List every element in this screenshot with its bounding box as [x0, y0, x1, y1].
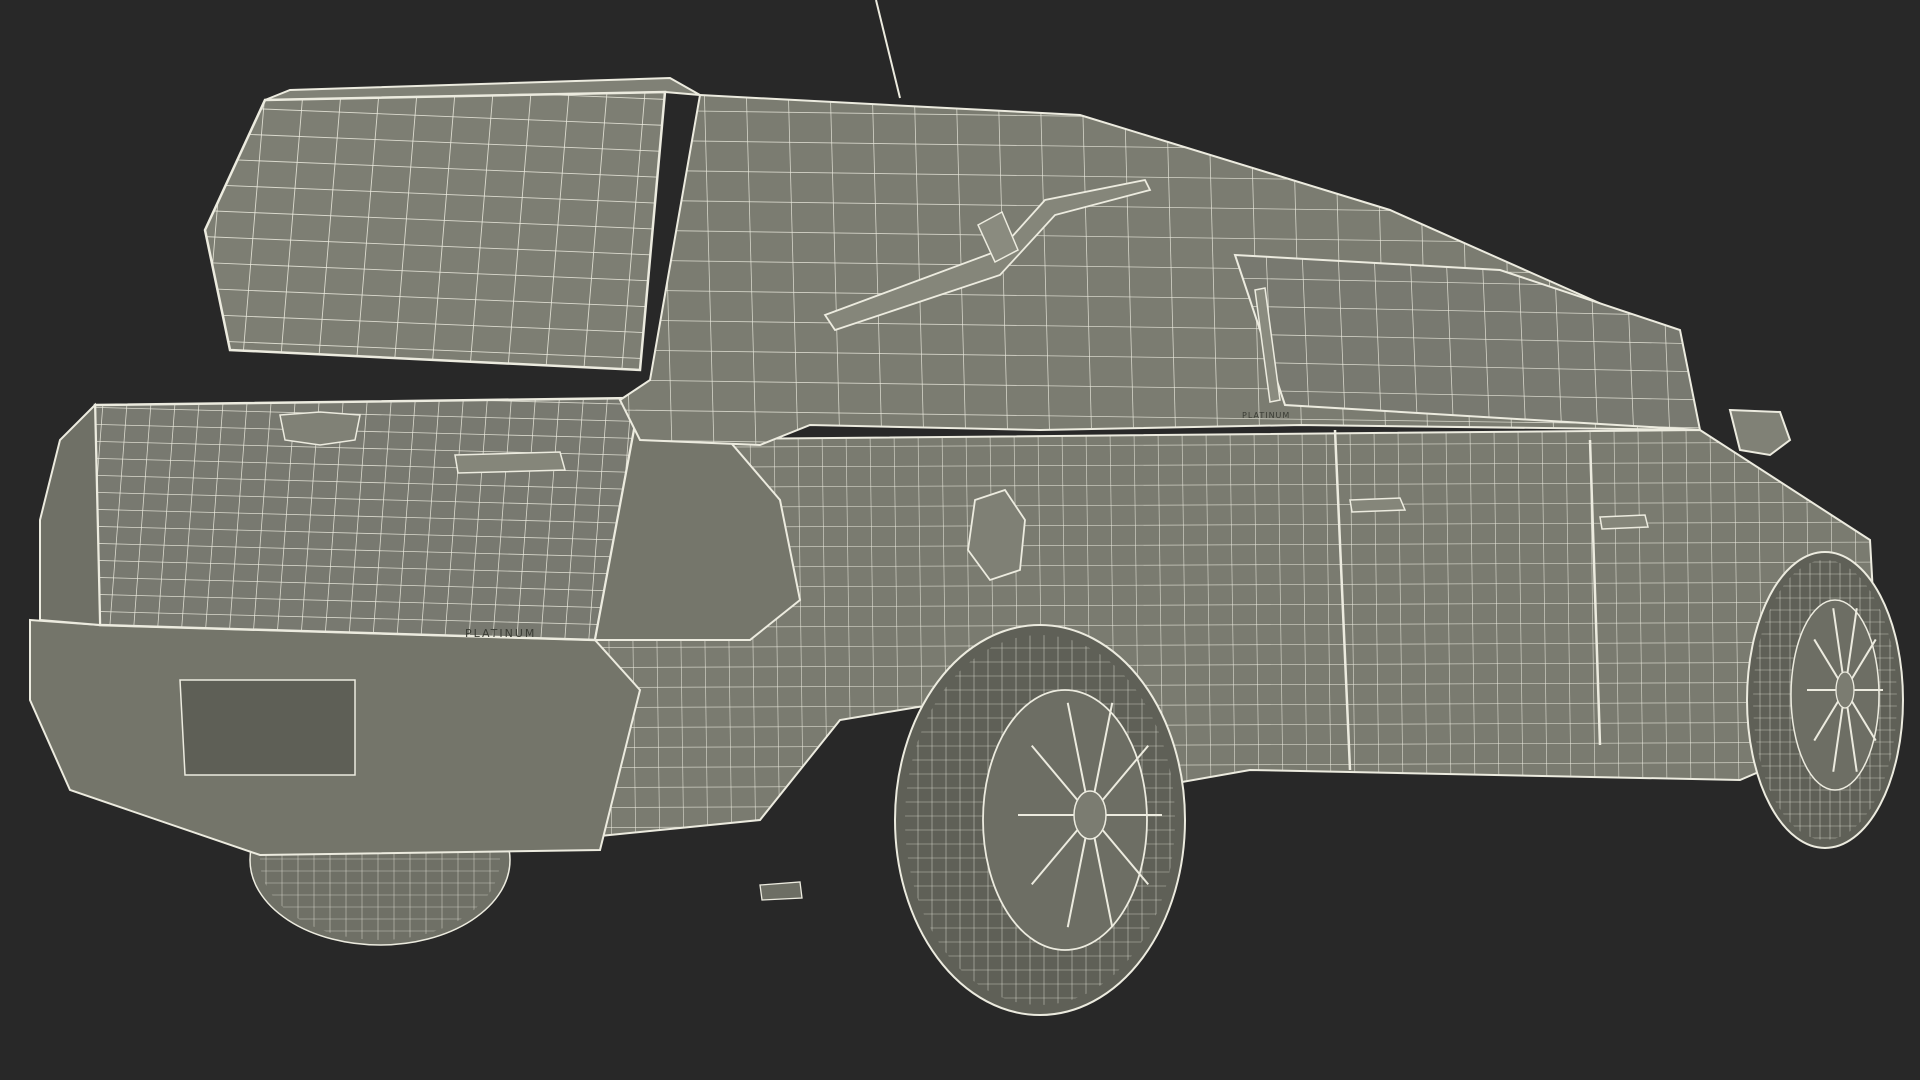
- rear-emblem: [279, 411, 361, 446]
- rear-door-lower: [93, 396, 642, 642]
- rear-hatch-handle: [454, 451, 566, 474]
- wireframe-edge: [165, 80, 190, 380]
- side-mirror: [1728, 408, 1792, 457]
- 3d-viewport[interactable]: PLATINUM PLATINUM: [0, 0, 1920, 1080]
- side-badge: PLATINUM: [1242, 411, 1290, 420]
- hearse-wireframe-model: PLATINUM PLATINUM: [29, 0, 1904, 1016]
- wireframe-edge: [620, 95, 1700, 96]
- antenna: [875, 0, 901, 99]
- hearse-body: PLATINUM PLATINUM: [29, 76, 1904, 1016]
- front-door-handle: [1599, 514, 1649, 530]
- exhaust-tip: [759, 881, 803, 901]
- rear-door-handle: [1349, 497, 1407, 513]
- left-tail-lamp: [39, 402, 102, 627]
- wireframe-edge: [1712, 80, 1722, 450]
- rear-badge: PLATINUM: [465, 627, 536, 640]
- wireframe-edge: [1697, 255, 1700, 430]
- license-plate-recess: [179, 679, 356, 776]
